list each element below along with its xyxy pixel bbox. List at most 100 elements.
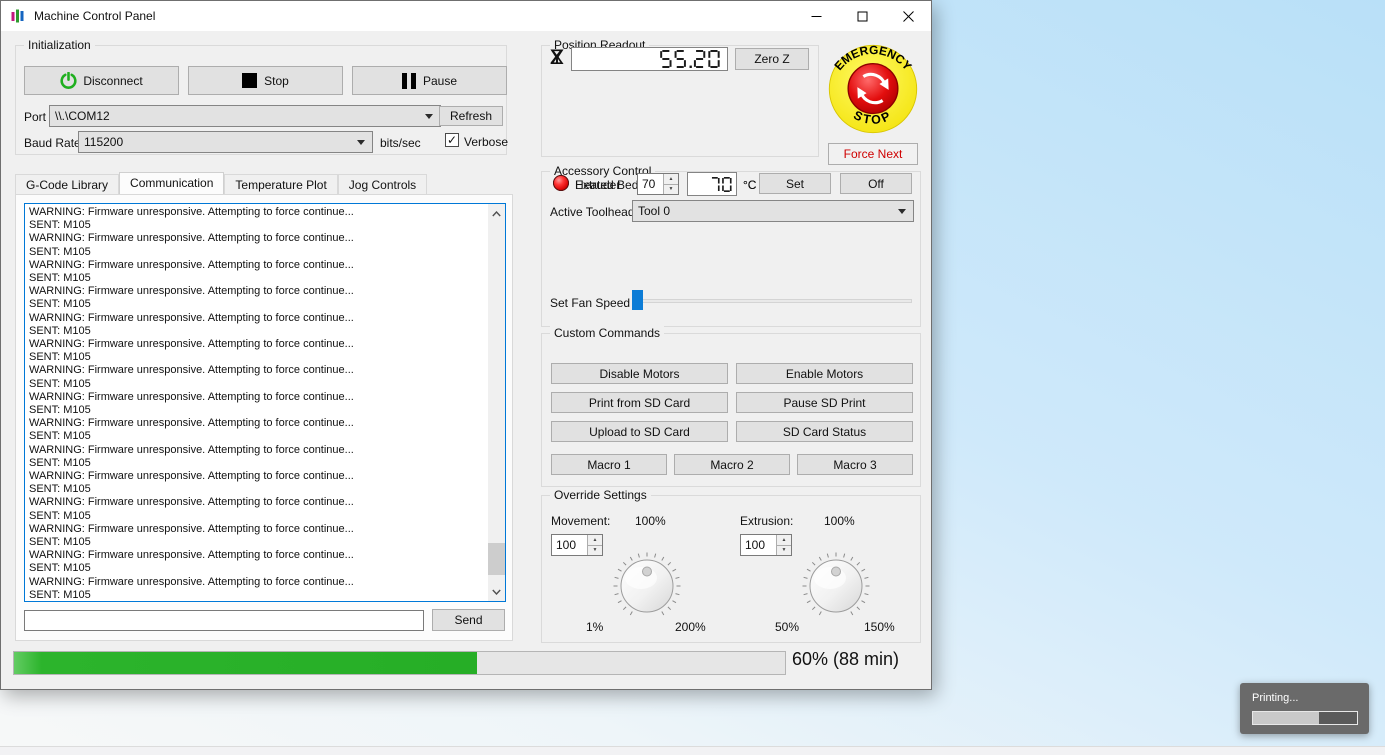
macro-buttons: Macro 1 Macro 2 Macro 3 [551,454,913,475]
dial-label: Movement: [551,514,610,528]
port-combobox[interactable]: \\.\COM12 [49,105,441,127]
custom-command-button[interactable]: Pause SD Print [736,392,913,413]
force-next-button[interactable]: Force Next [828,143,918,165]
override-knob[interactable] [799,548,873,622]
custom-commands-label: Custom Commands [550,326,664,340]
custom-command-button[interactable]: SD Card Status [736,421,913,442]
verbose-checkbox[interactable]: ✓ [445,133,459,147]
log-line: SENT: M105 [29,562,488,575]
scroll-down-button[interactable] [488,583,505,600]
heater-set-button[interactable]: Set [759,173,831,194]
active-toolhead-combobox[interactable]: Tool 0 [632,200,914,222]
chevron-down-icon [425,114,433,119]
disconnect-button[interactable]: Disconnect [24,66,179,95]
scrollbar-thumb[interactable] [488,543,505,575]
tab[interactable]: Communication [119,172,224,194]
macro-button[interactable]: Macro 2 [674,454,790,475]
scroll-up-button[interactable] [488,205,505,222]
send-button[interactable]: Send [432,609,505,631]
dial-value-spinner[interactable]: 100 ▲▼ [740,534,792,556]
log-line: SENT: M105 [29,483,488,496]
knob-indicator [643,567,652,576]
spinner-buttons[interactable]: ▲▼ [587,535,602,555]
dial-max-percent: 150% [864,620,895,634]
close-button[interactable] [885,1,931,31]
estop-mushroom [848,64,898,114]
log-line: SENT: M105 [29,536,488,549]
maximize-icon [857,11,868,22]
custom-command-button[interactable]: Upload to SD Card [551,421,728,442]
command-input[interactable] [24,610,424,631]
chevron-up-icon [492,211,501,217]
log-line: SENT: M105 [29,246,488,259]
dial-min-percent: 1% [586,620,603,634]
heater-setpoint-spinner[interactable]: 70 ▲▼ [637,173,679,195]
baud-rate-combobox[interactable]: 115200 [78,131,373,153]
spin-down-icon[interactable]: ▼ [777,545,791,556]
heater-off-button[interactable]: Off [840,173,912,194]
log-line: WARNING: Firmware unresponsive. Attempti… [29,576,488,589]
tab[interactable]: G-Code Library [15,174,119,194]
log-line: SENT: M105 [29,219,488,232]
custom-commands-group: Custom Commands Disable MotorsEnable Mot… [541,333,921,487]
pause-button[interactable]: Pause [352,66,507,95]
maximize-button[interactable] [839,1,885,31]
initialization-group-label: Initialization [24,38,95,52]
custom-command-button[interactable]: Enable Motors [736,363,913,384]
spin-up-icon[interactable]: ▲ [777,535,791,545]
refresh-button[interactable]: Refresh [439,106,503,126]
stop-button[interactable]: Stop [188,66,343,95]
fan-speed-slider-handle[interactable] [632,290,643,310]
log-line: SENT: M105 [29,510,488,523]
fan-speed-label: Set Fan Speed [550,296,630,310]
spinner-buttons[interactable]: ▲▼ [776,535,791,555]
heater-current-temp-display [687,172,737,196]
tab[interactable]: Jog Controls [338,174,427,194]
active-toolhead-label: Active Toolhead [550,205,635,219]
close-icon [903,11,914,22]
spin-up-icon[interactable]: ▲ [664,174,678,184]
print-progress-text: 60% (88 min) [792,649,899,670]
emergency-stop-button[interactable]: EMERGENCY STOP [827,43,919,135]
chevron-down-icon [898,209,906,214]
override-knob[interactable] [610,548,684,622]
dial-value: 100 [552,535,587,555]
power-icon [60,72,77,89]
log-line: SENT: M105 [29,351,488,364]
spin-down-icon[interactable]: ▼ [664,184,678,195]
dial-value-spinner[interactable]: 100 ▲▼ [551,534,603,556]
log-line: SENT: M105 [29,325,488,338]
zero-axis-label: Zero Z [754,52,789,66]
log-line: WARNING: Firmware unresponsive. Attempti… [29,549,488,562]
spinner-buttons[interactable]: ▲▼ [663,174,678,194]
macro-button[interactable]: Macro 1 [551,454,667,475]
axis-letter: Z [550,46,563,70]
print-progress-bar [13,651,786,675]
spin-up-icon[interactable]: ▲ [588,535,602,545]
chevron-down-icon [492,589,501,595]
override-dial: Extrusion: 100% 100 ▲▼ 50% 150% [731,496,920,644]
custom-command-button[interactable]: Disable Motors [551,363,728,384]
log-line: SENT: M105 [29,457,488,470]
window-title: Machine Control Panel [34,9,155,23]
knob-indicator [832,567,841,576]
position-readout-group: Position Readout X Zero X Y Zero Y Z Zer… [541,45,819,157]
spin-down-icon[interactable]: ▼ [588,545,602,556]
minimize-icon [811,11,822,22]
log-line: WARNING: Firmware unresponsive. Attempti… [29,364,488,377]
taskbar[interactable] [0,746,1385,755]
tab[interactable]: Temperature Plot [224,174,337,194]
custom-command-button[interactable]: Print from SD Card [551,392,728,413]
communication-log[interactable]: WARNING: Firmware unresponsive. Attempti… [24,203,506,602]
log-scrollbar[interactable] [488,204,505,601]
disconnect-label: Disconnect [83,74,142,88]
log-line: WARNING: Firmware unresponsive. Attempti… [29,259,488,272]
minimize-button[interactable] [793,1,839,31]
zero-axis-button[interactable]: Zero Z [735,48,809,70]
macro-button[interactable]: Macro 3 [797,454,913,475]
printing-toast-progress-fill [1253,712,1319,724]
log-line: SENT: M105 [29,404,488,417]
log-line: WARNING: Firmware unresponsive. Attempti… [29,232,488,245]
fan-speed-slider-track[interactable] [638,299,912,303]
set-label: Set [786,177,804,191]
